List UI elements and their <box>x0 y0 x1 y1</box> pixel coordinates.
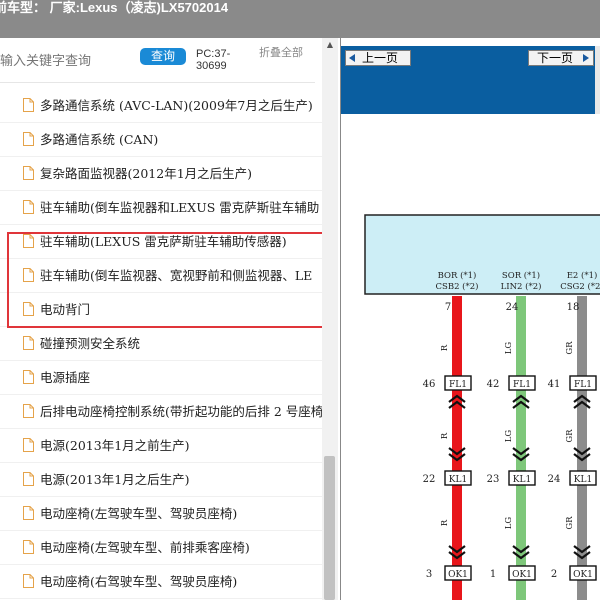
wire-color-code: R <box>440 519 450 526</box>
tree-item[interactable]: 多路通信系统 (CAN) <box>0 123 322 157</box>
tree-item[interactable]: 驻车辅助(倒车监视器和LEXUS 雷克萨斯驻车辅助 <box>0 191 322 225</box>
document-icon <box>23 438 34 452</box>
tree-item-label: 电动座椅(右驾驶车型、驾驶员座椅) <box>40 574 238 589</box>
connector-ok1-number: 3 <box>426 569 432 580</box>
pc-code: PC:37- 30699 <box>196 48 231 72</box>
connector-ok1-label: OK1 <box>512 570 532 580</box>
search-bar: 查询 PC:37- 30699 折叠全部 <box>0 38 340 82</box>
wire-color-code: LG <box>504 430 514 443</box>
terminal-name: BOR (*1) <box>438 270 477 281</box>
wire-color-code: R <box>440 432 450 439</box>
tree-item[interactable]: 碰撞预测安全系统 <box>0 327 322 361</box>
connector-fl1-number: 46 <box>423 379 436 390</box>
query-button[interactable]: 查询 <box>140 48 186 65</box>
tree-item-label: 后排电动座椅控制系统(带折起功能的后排 2 号座椅 <box>40 404 322 419</box>
terminal-alt-name: LIN2 (*2) <box>501 281 542 292</box>
connector-ok1-number: 2 <box>551 569 557 580</box>
connector-fl1-number: 42 <box>487 379 500 390</box>
tree-item-label: 电动座椅(左驾驶车型、前排乘客座椅) <box>40 540 250 555</box>
connector-fl1-label: FL1 <box>513 380 531 390</box>
connector-fl1-label: FL1 <box>574 380 592 390</box>
document-icon <box>23 472 34 486</box>
connector-ok1-number: 1 <box>490 569 496 580</box>
connector-fl1-label: FL1 <box>449 380 467 390</box>
diagram-viewer: 上一页 下一页 BOR (*1) CSB2 (*2) 7 R 46 FL1 R 22 KL1 R 3… <box>340 38 600 600</box>
wire-color-code: GR <box>565 429 575 443</box>
tree-item-label: 碰撞预测安全系统 <box>40 336 141 351</box>
document-icon <box>23 540 34 554</box>
tree-item[interactable]: 电源插座 <box>0 361 322 395</box>
divider <box>0 82 315 83</box>
wire-color-code: LG <box>504 342 514 355</box>
terminal-name: E2 (*1) <box>567 270 598 281</box>
tree-item-label: 驻车辅助(倒车监视器和LEXUS 雷克萨斯驻车辅助 <box>40 200 320 215</box>
document-icon <box>23 370 34 384</box>
document-icon <box>23 404 34 418</box>
pin-number: 7 <box>445 302 451 313</box>
connector-kl1-label: KL1 <box>574 475 592 485</box>
connector-fl1-number: 41 <box>548 379 561 390</box>
terminal-name: SOR (*1) <box>502 270 540 281</box>
connector-kl1-number: 22 <box>423 474 436 485</box>
wire-color-code: LG <box>504 517 514 530</box>
catalog-panel: 查询 PC:37- 30699 折叠全部 多路通信系统 (AVC-LAN)(20… <box>0 38 340 600</box>
connector-ok1-label: OK1 <box>573 570 593 580</box>
tree-item[interactable]: 电动座椅(右驾驶车型、驾驶员座椅) <box>0 565 322 599</box>
tree-item-label: 电源(2013年1月之后生产) <box>40 472 190 487</box>
tree-item-label: 电源插座 <box>40 370 91 385</box>
tree-item[interactable]: 电源(2013年1月之后生产) <box>0 463 322 497</box>
collapse-all-button[interactable]: 折叠全部 <box>259 48 303 59</box>
tree-item[interactable]: 复杂路面监视器(2012年1月之后生产) <box>0 157 322 191</box>
connector-kl1-label: KL1 <box>449 475 467 485</box>
pin-number: 18 <box>567 302 580 313</box>
wiring-diagram: BOR (*1)CSB2 (*2) 7 R 46 FL1 R 22 KL1 R 3 OK1 SOR (… <box>364 214 600 600</box>
connector-kl1-label: KL1 <box>513 475 531 485</box>
connector-kl1-number: 24 <box>548 474 561 485</box>
terminal-alt-name: CSB2 (*2) <box>436 281 479 292</box>
document-icon <box>23 166 34 180</box>
connector-kl1-number: 23 <box>487 474 500 485</box>
title-bar: 前车型： 厂家:Lexus（凌志)LX5702014 <box>0 0 600 38</box>
terminal-alt-name: CSG2 (*2) <box>560 281 600 292</box>
highlight-box <box>7 232 332 328</box>
search-input[interactable] <box>0 50 130 70</box>
document-icon <box>23 574 34 588</box>
tree-item[interactable]: 电动座椅(左驾驶车型、驾驶员座椅) <box>0 497 322 531</box>
scrollbar-thumb[interactable] <box>324 456 335 600</box>
tree-item[interactable]: 电动座椅(左驾驶车型、前排乘客座椅) <box>0 531 322 565</box>
tree-item-label: 电动座椅(左驾驶车型、驾驶员座椅) <box>40 506 238 521</box>
pin-number: 24 <box>506 302 519 313</box>
tree-list: 多路通信系统 (AVC-LAN)(2009年7月之后生产) 多路通信系统 (CAN… <box>0 89 322 600</box>
tree-item-label: 多路通信系统 (CAN) <box>40 132 159 147</box>
tree-item-label: 复杂路面监视器(2012年1月之后生产) <box>40 166 253 181</box>
wire-color-code: GR <box>565 341 575 355</box>
tree-item-label: 电源(2013年1月之前生产) <box>40 438 190 453</box>
tree-item[interactable]: 后排电动座椅控制系统(带折起功能的后排 2 号座椅 <box>0 395 322 429</box>
page-title: 前车型： 厂家:Lexus（凌志)LX5702014 <box>0 0 229 15</box>
document-icon <box>23 98 34 112</box>
tree-item[interactable]: 电源(2013年1月之前生产) <box>0 429 322 463</box>
wire-color-code: GR <box>565 516 575 530</box>
document-icon <box>23 506 34 520</box>
document-icon <box>23 336 34 350</box>
row-divider <box>0 598 322 599</box>
scroll-up-arrow[interactable]: ▲ <box>322 38 338 52</box>
tree-item[interactable]: 多路通信系统 (AVC-LAN)(2009年7月之后生产) <box>0 89 322 123</box>
tree-item-label: 多路通信系统 (AVC-LAN)(2009年7月之后生产) <box>40 98 313 113</box>
wire-color-code: R <box>440 344 450 351</box>
connector-ok1-label: OK1 <box>448 570 468 580</box>
document-icon <box>23 132 34 146</box>
document-icon <box>23 200 34 214</box>
